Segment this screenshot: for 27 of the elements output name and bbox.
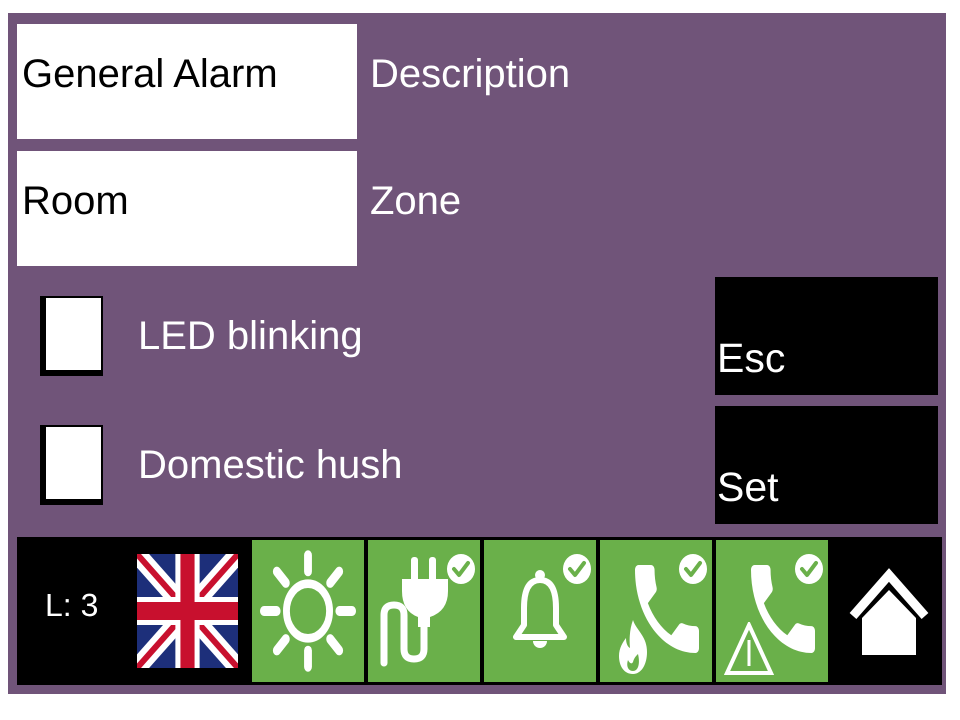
check-icon: [795, 554, 824, 584]
sun-icon: [259, 549, 358, 673]
field-label: Description: [370, 51, 570, 97]
option-label: Domestic hush: [138, 442, 403, 488]
checkbox[interactable]: [40, 296, 103, 376]
phone-icon: [751, 565, 816, 653]
action-button[interactable]: Set: [715, 406, 938, 524]
status-tile[interactable]: [484, 540, 596, 682]
check-icon: [447, 554, 476, 584]
status-tile[interactable]: [252, 540, 364, 682]
phone-icon: [635, 565, 700, 653]
checkbox[interactable]: [40, 425, 103, 505]
option-label: LED blinking: [138, 313, 363, 359]
home-icon: [848, 566, 930, 656]
status-tile[interactable]: [368, 540, 480, 682]
field-label: Zone: [370, 178, 462, 224]
action-button[interactable]: Esc: [715, 277, 938, 395]
level-label: L: 3: [45, 587, 98, 623]
check-icon: [563, 554, 592, 584]
status-tile[interactable]: [600, 540, 712, 682]
text-field[interactable]: General Alarm: [17, 24, 357, 139]
text-field[interactable]: Room: [17, 151, 357, 266]
flag-icon[interactable]: [137, 554, 238, 668]
home-button[interactable]: [848, 566, 930, 656]
status-tile[interactable]: [716, 540, 828, 682]
check-icon: [679, 554, 708, 584]
warning-icon: [724, 622, 774, 676]
